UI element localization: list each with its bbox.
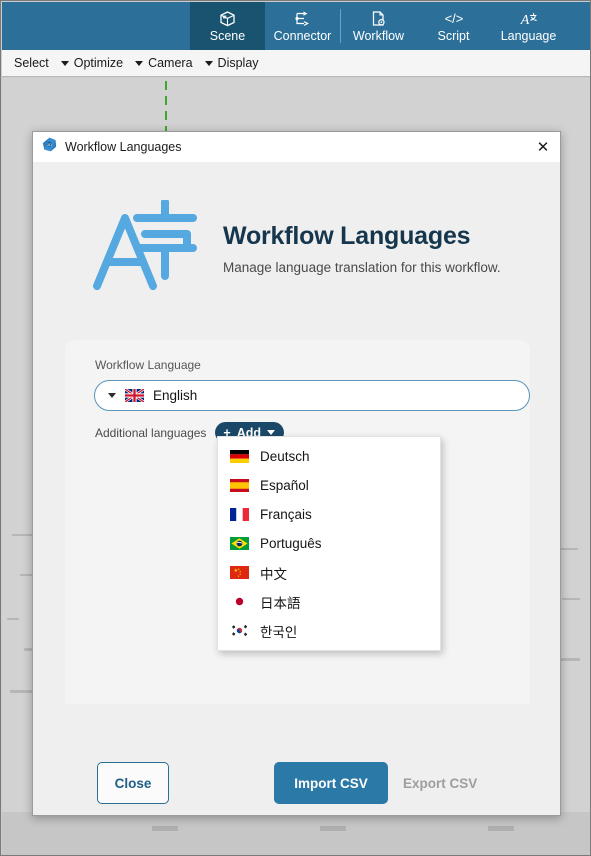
- language-option-francais[interactable]: Français: [218, 500, 440, 529]
- dialog-titlebar: 3D Workflow Languages ✕: [33, 132, 560, 162]
- menu-item-label: Display: [217, 56, 259, 70]
- language-option-label: Español: [260, 478, 309, 493]
- language-option-label: 中文: [260, 566, 287, 582]
- menu-item-label: Camera: [148, 56, 193, 70]
- document-gear-icon: [369, 9, 388, 28]
- menu-item-optimize[interactable]: Optimize: [55, 54, 129, 72]
- export-csv-button[interactable]: Export CSV: [403, 762, 513, 804]
- flag-es-icon: [230, 479, 249, 492]
- dialog-hero-text: Workflow Languages Manage language trans…: [223, 218, 501, 275]
- ribbon-tab-label: Scene: [209, 28, 246, 43]
- chevron-down-icon: [60, 60, 69, 66]
- close-icon[interactable]: ✕: [526, 132, 560, 162]
- scene-mark: [562, 598, 580, 600]
- flag-de-icon: [230, 450, 249, 463]
- scene-mark: [7, 618, 19, 620]
- cube-icon: [218, 9, 237, 28]
- scene-floor: [2, 812, 590, 855]
- page-subtitle: Manage language translation for this wor…: [223, 259, 501, 275]
- menu-item-display[interactable]: Display: [199, 54, 265, 72]
- language-option-deutsch[interactable]: Deutsch: [218, 442, 440, 471]
- ribbon-tab-script[interactable]: </> Script: [416, 2, 491, 50]
- additional-languages-label: Additional languages: [95, 425, 207, 440]
- workflow-language-label: Workflow Language: [95, 358, 201, 372]
- language-option-espanol[interactable]: Español: [218, 471, 440, 500]
- svg-text:3D: 3D: [47, 142, 52, 147]
- svg-text:</>: </>: [444, 11, 463, 26]
- connector-icon: [293, 9, 312, 28]
- workflow-language-value: English: [153, 388, 198, 403]
- translate-a-zi-icon: [89, 198, 201, 292]
- chevron-down-icon: [204, 60, 213, 66]
- chevron-down-icon: [267, 430, 276, 435]
- menu-item-select[interactable]: Select: [8, 54, 55, 72]
- scene-mark: [152, 826, 178, 831]
- menu-item-label: Optimize: [73, 56, 124, 70]
- page-title: Workflow Languages: [223, 221, 471, 250]
- translate-a-icon: A: [519, 9, 539, 28]
- application-window: Scene Connector Workflow </> Script A La…: [0, 0, 591, 856]
- language-settings-card: Workflow Language English Additional lan…: [65, 340, 530, 704]
- workflow-language-select[interactable]: English: [94, 380, 530, 411]
- dialog-body: Workflow Languages Manage language trans…: [33, 162, 560, 815]
- ribbon-tab-language[interactable]: A Language: [491, 2, 566, 50]
- ribbon-tab-label: Connector: [273, 28, 332, 43]
- scene-mark: [320, 826, 346, 831]
- app-logo-icon: 3D: [42, 137, 57, 157]
- language-option-chinese[interactable]: ★ ★ ★ ★ ★ 中文: [218, 558, 440, 587]
- workflow-languages-dialog: 3D Workflow Languages ✕ Workflow Languag…: [32, 131, 561, 816]
- flag-gb-icon: [125, 389, 144, 402]
- language-option-portugues[interactable]: Português: [218, 529, 440, 558]
- flag-fr-icon: [230, 508, 249, 521]
- ribbon-tab-workflow[interactable]: Workflow: [341, 2, 416, 50]
- flag-jp-icon: [230, 595, 249, 608]
- dialog-title: Workflow Languages: [65, 140, 182, 154]
- dialog-footer: Close Import CSV Export CSV: [33, 762, 562, 816]
- import-csv-button[interactable]: Import CSV: [274, 762, 388, 804]
- close-button[interactable]: Close: [97, 762, 169, 804]
- language-option-korean[interactable]: 한국인: [218, 616, 440, 645]
- language-dropdown-menu[interactable]: Deutsch Español Français Português ★ ★ ★…: [217, 436, 441, 651]
- language-option-japanese[interactable]: 日本語: [218, 587, 440, 616]
- chevron-down-icon: [135, 60, 144, 66]
- flag-cn-icon: ★ ★ ★ ★ ★: [230, 566, 249, 579]
- ribbon-tab-connector[interactable]: Connector: [265, 2, 340, 50]
- language-option-label: Français: [260, 507, 312, 522]
- flag-br-icon: [230, 537, 249, 550]
- flag-kr-icon: [230, 624, 249, 637]
- scene-mark: [488, 826, 514, 831]
- language-option-label: Português: [260, 536, 322, 551]
- ribbon-tab-scene[interactable]: Scene: [190, 2, 265, 50]
- secondary-menu-bar: Select Optimize Camera Display: [2, 50, 590, 77]
- ribbon-tab-label: Script: [437, 28, 470, 43]
- chevron-down-icon: [108, 393, 116, 398]
- svg-text:A: A: [519, 13, 529, 28]
- ribbon-toolbar: Scene Connector Workflow </> Script A La…: [2, 2, 590, 50]
- dialog-hero: Workflow Languages Manage language trans…: [33, 162, 560, 292]
- ribbon-tab-label: Language: [500, 28, 557, 43]
- code-brackets-icon: </>: [443, 9, 465, 28]
- ribbon-tab-label: Workflow: [352, 28, 405, 43]
- language-option-label: 日本語: [260, 595, 301, 611]
- language-option-label: 한국인: [260, 624, 298, 640]
- menu-item-camera[interactable]: Camera: [129, 54, 198, 72]
- ribbon-spacer: [27, 2, 190, 50]
- language-option-label: Deutsch: [260, 449, 310, 464]
- menu-item-label: Select: [14, 56, 49, 70]
